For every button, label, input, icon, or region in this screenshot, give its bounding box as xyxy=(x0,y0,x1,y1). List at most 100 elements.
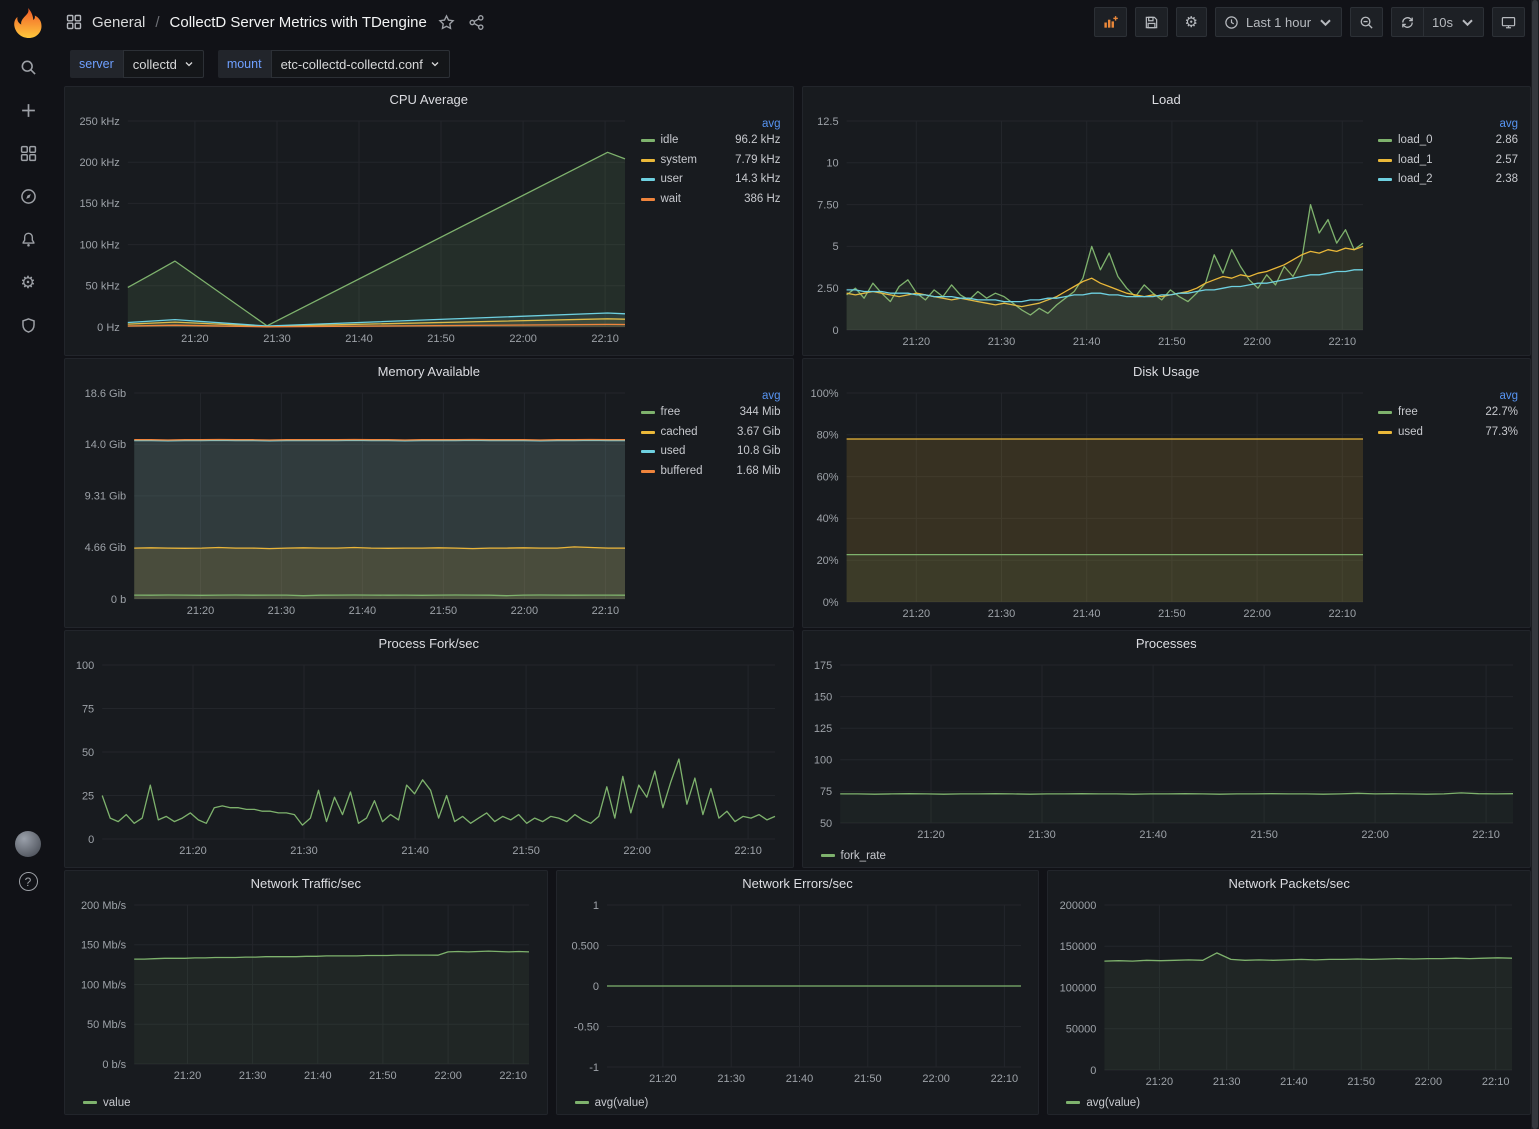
add-panel-button[interactable] xyxy=(1094,7,1127,37)
svg-text:22:10: 22:10 xyxy=(990,1073,1018,1085)
series-color-dash xyxy=(641,159,655,162)
panel-title[interactable]: Memory Available xyxy=(65,359,793,384)
svg-text:22:00: 22:00 xyxy=(922,1073,950,1085)
svg-text:150 kHz: 150 kHz xyxy=(79,198,119,210)
save-dashboard-button[interactable] xyxy=(1135,7,1168,37)
series-color-dash xyxy=(641,178,655,181)
create-plus-icon[interactable] xyxy=(18,100,38,120)
network-packets-legend: avg(value) xyxy=(1052,1093,1524,1112)
panel-memory-available: Memory Available 0 b4.66 Gib9.31 Gib14.0… xyxy=(64,358,794,628)
grafana-logo-icon[interactable] xyxy=(10,5,46,41)
star-icon[interactable] xyxy=(437,12,457,32)
vertical-scrollbar[interactable] xyxy=(1531,0,1539,1129)
network-errors-chart[interactable]: -1-0.5000.500121:2021:3021:4021:5022:002… xyxy=(561,896,1033,1093)
legend-series-name[interactable]: cached xyxy=(661,423,698,443)
svg-text:18.6 Gib: 18.6 Gib xyxy=(85,388,127,400)
svg-text:22:00: 22:00 xyxy=(1415,1076,1443,1088)
svg-text:21:40: 21:40 xyxy=(1139,829,1167,841)
legend-series-name[interactable]: buffered xyxy=(661,462,703,482)
explore-compass-icon[interactable] xyxy=(18,186,38,206)
legend-series-value: 3.67 Gib xyxy=(737,423,780,443)
refresh-interval-picker[interactable]: 10s xyxy=(1423,7,1484,37)
configuration-gear-icon[interactable]: ⚙ xyxy=(18,272,38,292)
dashboards-grid-icon[interactable] xyxy=(18,143,38,163)
network-traffic-legend: value xyxy=(69,1093,541,1112)
svg-text:0 b: 0 b xyxy=(111,594,126,606)
load-chart[interactable]: 02.5057.501012.521:2021:3021:4021:5022:0… xyxy=(807,112,1375,353)
cpu-average-chart[interactable]: 0 Hz50 kHz100 kHz150 kHz200 kHz250 kHz21… xyxy=(69,112,637,353)
network-traffic-chart[interactable]: 0 b/s50 Mb/s100 Mb/s150 Mb/s200 Mb/s21:2… xyxy=(69,896,541,1093)
server-admin-shield-icon[interactable] xyxy=(18,315,38,335)
processes-legend: fork_rate xyxy=(807,846,1525,865)
legend-series-name[interactable]: avg(value) xyxy=(595,1097,649,1109)
network-packets-chart[interactable]: 05000010000015000020000021:2021:3021:402… xyxy=(1052,896,1524,1093)
variable-server: server collectd xyxy=(70,50,204,78)
processes-chart[interactable]: 507510012515017521:2021:3021:4021:5022:0… xyxy=(807,656,1525,846)
memory-available-chart[interactable]: 0 b4.66 Gib9.31 Gib14.0 Gib18.6 Gib21:20… xyxy=(69,384,637,625)
legend-series-name[interactable]: used xyxy=(661,442,686,462)
legend-series-name[interactable]: wait xyxy=(661,190,681,210)
svg-text:80%: 80% xyxy=(816,430,838,442)
share-icon[interactable] xyxy=(467,12,487,32)
cycle-view-button[interactable] xyxy=(1492,7,1525,37)
scrollbar-thumb[interactable] xyxy=(1532,0,1538,1129)
legend-series-name[interactable]: load_1 xyxy=(1398,151,1433,171)
panel-title[interactable]: Process Fork/sec xyxy=(65,631,793,656)
svg-text:22:00: 22:00 xyxy=(1361,829,1389,841)
legend-series-name[interactable]: fork_rate xyxy=(841,850,886,862)
svg-text:0: 0 xyxy=(88,834,94,846)
dashboard-settings-button[interactable]: ⚙ xyxy=(1176,7,1207,37)
legend-row: used 10.8 Gib xyxy=(641,442,781,462)
variable-label: server xyxy=(70,50,123,78)
svg-text:25: 25 xyxy=(82,790,94,802)
legend-series-name[interactable]: value xyxy=(103,1097,131,1109)
panel-title[interactable]: Disk Usage xyxy=(803,359,1531,384)
legend-stat-header[interactable]: avg xyxy=(1378,118,1518,130)
memory-available-legend: avgfree344 Mibcached3.67 Gibused10.8 Gib… xyxy=(637,384,787,625)
legend-stat-header[interactable]: avg xyxy=(641,118,781,130)
refresh-icon xyxy=(1400,15,1415,30)
time-range-picker[interactable]: Last 1 hour xyxy=(1215,7,1342,37)
variable-value-dropdown[interactable]: collectd xyxy=(123,50,204,78)
legend-series-name[interactable]: user xyxy=(661,170,683,190)
legend-series-value: 10.8 Gib xyxy=(737,442,780,462)
panel-title[interactable]: Network Traffic/sec xyxy=(65,871,547,896)
breadcrumb-folder[interactable]: General xyxy=(92,14,145,31)
svg-text:10: 10 xyxy=(826,158,838,170)
legend-series-name[interactable]: free xyxy=(661,403,681,423)
alerting-bell-icon[interactable] xyxy=(18,229,38,249)
svg-text:21:40: 21:40 xyxy=(401,845,429,857)
search-icon[interactable] xyxy=(18,57,38,77)
user-avatar[interactable] xyxy=(15,831,41,857)
legend-series-name[interactable]: idle xyxy=(661,131,679,151)
svg-text:100 Mb/s: 100 Mb/s xyxy=(81,979,127,991)
legend-series-value: 1.68 Mib xyxy=(736,462,780,482)
legend-series-name[interactable]: used xyxy=(1398,423,1423,443)
svg-text:21:40: 21:40 xyxy=(1072,608,1100,620)
legend-stat-header[interactable]: avg xyxy=(1378,390,1518,402)
legend-series-name[interactable]: load_2 xyxy=(1398,170,1433,190)
panel-title[interactable]: Processes xyxy=(803,631,1531,656)
variable-value-dropdown[interactable]: etc-collectd-collectd.conf xyxy=(271,50,450,78)
legend-series-name[interactable]: avg(value) xyxy=(1086,1097,1140,1109)
process-fork-chart[interactable]: 025507510021:2021:3021:4021:5022:0022:10 xyxy=(69,656,787,865)
legend-row: free22.7% xyxy=(1378,403,1518,423)
refresh-button[interactable] xyxy=(1391,7,1423,37)
panel-title[interactable]: Load xyxy=(803,87,1531,112)
panel-title[interactable]: Network Errors/sec xyxy=(557,871,1039,896)
legend-series-name[interactable]: load_0 xyxy=(1398,131,1433,151)
svg-text:21:50: 21:50 xyxy=(1348,1076,1376,1088)
svg-text:0%: 0% xyxy=(822,597,838,609)
legend-stat-header[interactable]: avg xyxy=(641,390,781,402)
panel-title[interactable]: Network Packets/sec xyxy=(1048,871,1530,896)
svg-text:21:20: 21:20 xyxy=(902,608,930,620)
help-icon[interactable]: ? xyxy=(19,872,38,891)
svg-text:21:20: 21:20 xyxy=(902,336,930,348)
legend-series-name[interactable]: system xyxy=(661,151,697,171)
legend-series-name[interactable]: free xyxy=(1398,403,1418,423)
disk-usage-chart[interactable]: 0%20%40%60%80%100%21:2021:3021:4021:5022… xyxy=(807,384,1375,625)
svg-text:250 kHz: 250 kHz xyxy=(79,116,119,128)
zoom-out-button[interactable] xyxy=(1350,7,1383,37)
svg-text:4.66 Gib: 4.66 Gib xyxy=(85,542,127,554)
panel-title[interactable]: CPU Average xyxy=(65,87,793,112)
